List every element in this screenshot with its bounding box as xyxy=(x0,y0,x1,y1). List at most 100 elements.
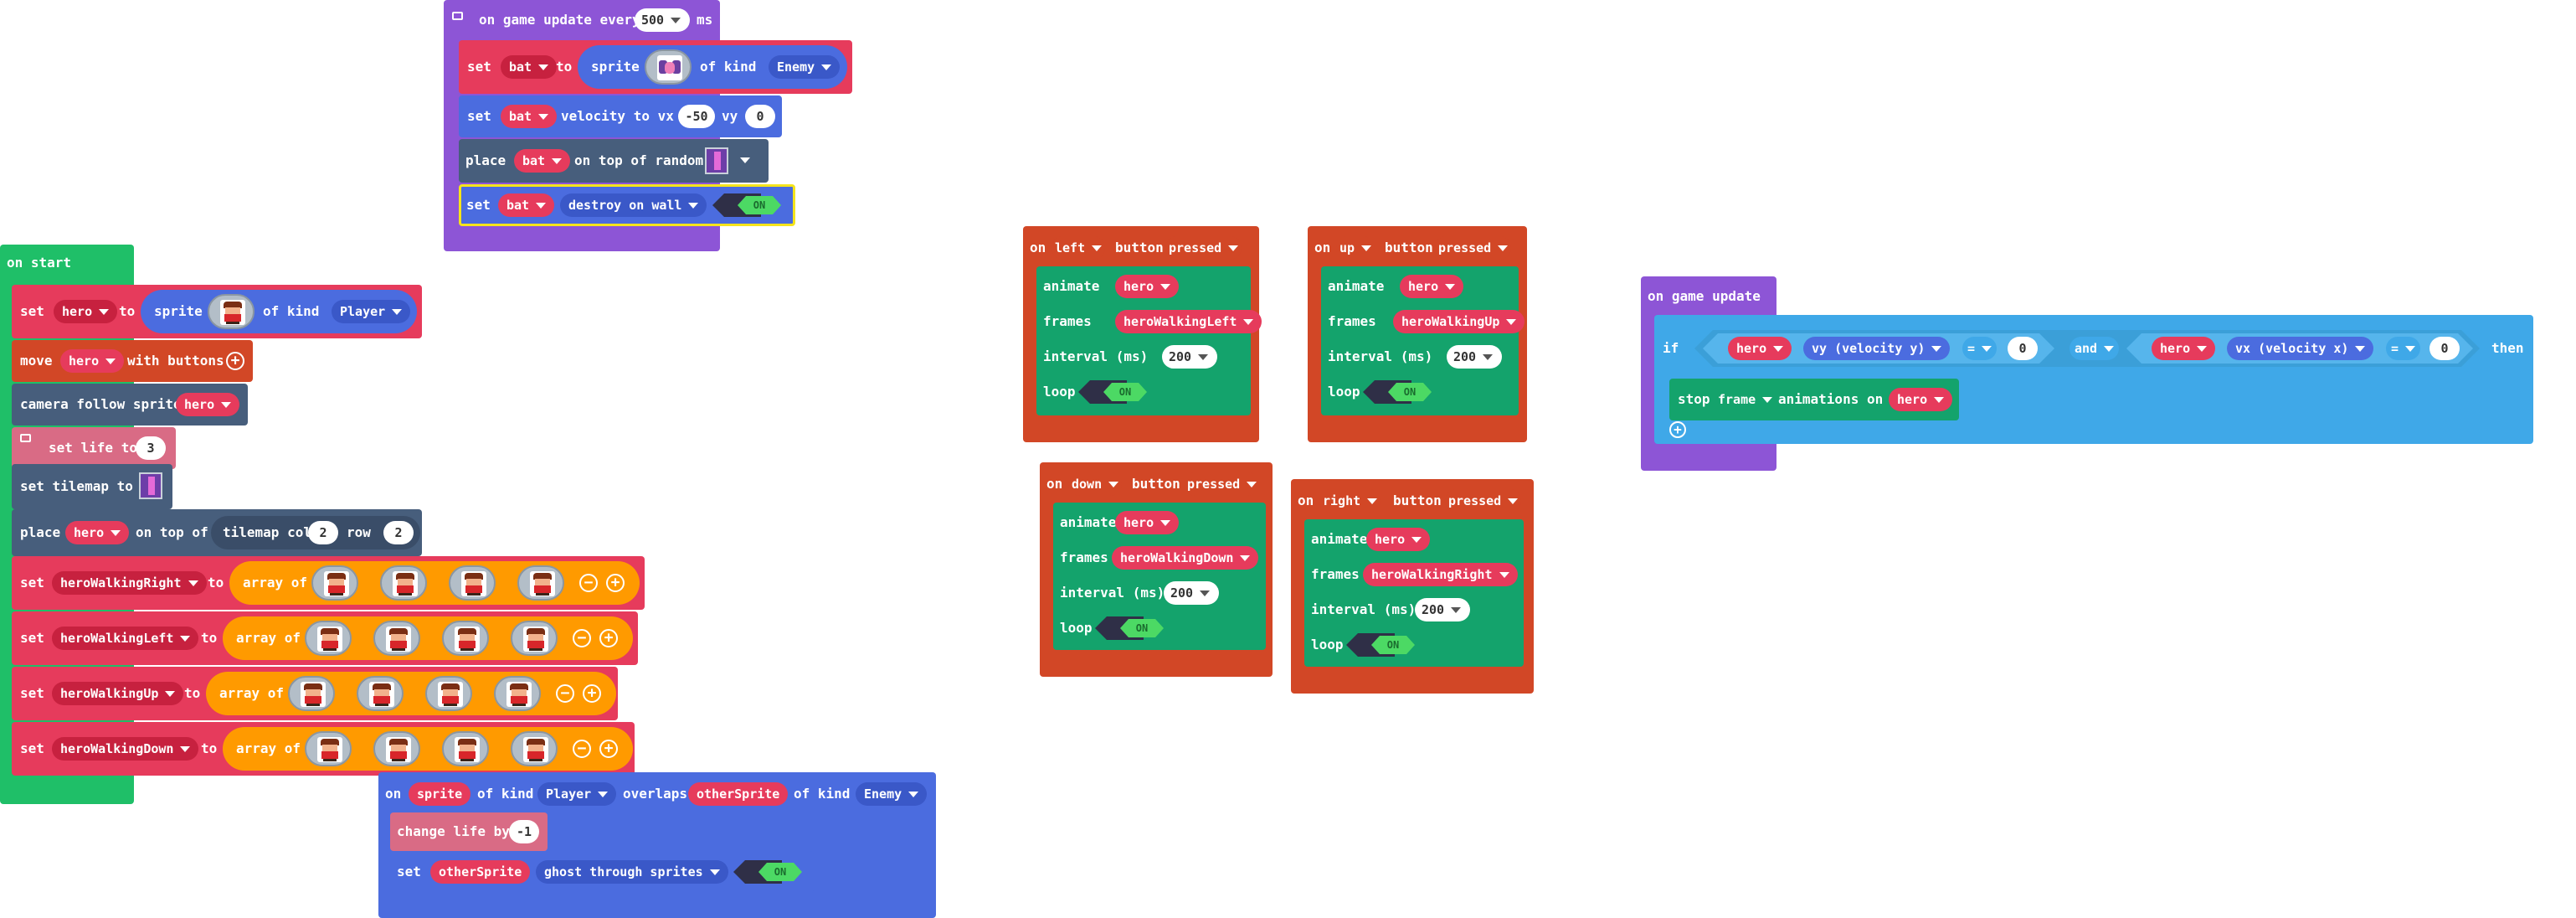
hero-variable-dropdown[interactable]: hero xyxy=(176,393,240,416)
frames-dropdown[interactable]: heroWalkingRight xyxy=(1363,563,1518,586)
bat-variable-dropdown[interactable]: bat xyxy=(501,105,558,128)
flag-dropdown[interactable]: ghost through sprites xyxy=(536,860,728,884)
add-plus-icon[interactable]: + xyxy=(606,574,625,592)
animate-block[interactable]: animate hero frames heroWalkingUp interv… xyxy=(1321,266,1525,415)
frames-dropdown[interactable]: heroWalkingDown xyxy=(1112,546,1259,570)
event-dropdown[interactable]: pressed xyxy=(1184,472,1261,496)
bat-variable-dropdown[interactable]: bat xyxy=(501,55,558,79)
kind-dropdown[interactable]: Enemy xyxy=(769,55,841,79)
loop-toggle[interactable]: ON xyxy=(1078,380,1149,404)
hero-variable-dropdown[interactable]: hero xyxy=(1366,528,1431,551)
remove-minus-icon[interactable]: − xyxy=(579,574,598,592)
animate-block[interactable]: animate hero frames heroWalkingDown inte… xyxy=(1053,503,1266,650)
tilemap-col-row-block[interactable]: tilemap col 2 row 2 xyxy=(211,516,420,549)
add-plus-icon[interactable]: + xyxy=(599,629,618,647)
frames-dropdown[interactable]: heroWalkingUp xyxy=(1393,310,1525,333)
frame-dropdown[interactable]: frame xyxy=(1715,388,1776,411)
set-bat-velocity-block[interactable]: set bat velocity to vx -50 vy 0 xyxy=(459,95,782,137)
event-dropdown[interactable]: pressed xyxy=(1435,236,1512,260)
remove-minus-icon[interactable]: − xyxy=(573,740,591,758)
set-hero-sprite-block[interactable]: set hero to sprite of kind Player xyxy=(12,285,422,338)
button-dropdown[interactable]: right xyxy=(1319,489,1381,513)
set-ghost-block[interactable]: set otherSprite ghost through sprites ON xyxy=(390,851,814,893)
array-of-block[interactable]: array of − + xyxy=(206,672,616,715)
array-of-block[interactable]: array of − + xyxy=(223,727,633,771)
array-of-block[interactable]: array of − + xyxy=(229,561,640,605)
animate-block[interactable]: animate hero frames heroWalkingLeft inte… xyxy=(1036,266,1262,415)
camera-follow-block[interactable]: camera follow sprite hero xyxy=(12,384,248,425)
array-of-block[interactable]: array of − + xyxy=(223,616,633,660)
frame-image-picker[interactable] xyxy=(494,676,541,711)
kind-dropdown[interactable]: Player xyxy=(537,782,617,806)
frame-image-picker[interactable] xyxy=(449,565,496,601)
tile-picker-icon[interactable] xyxy=(705,147,728,174)
heroWalkingLeft-dropdown[interactable]: heroWalkingLeft xyxy=(52,627,199,650)
and-condition[interactable]: hero vy (velocity y) = 0 and hero vx (ve… xyxy=(1694,330,2480,367)
heroWalkingUp-dropdown[interactable]: heroWalkingUp xyxy=(52,682,184,705)
sprite-kind-block[interactable]: sprite of kind Enemy xyxy=(578,45,847,89)
set-walking-up-block[interactable]: set heroWalkingUp to array of − + xyxy=(12,667,618,720)
row-input[interactable]: 2 xyxy=(383,521,414,544)
operator-dropdown[interactable]: = xyxy=(1962,337,1997,360)
frame-image-picker[interactable] xyxy=(442,731,489,766)
destroy-on-wall-toggle[interactable]: ON xyxy=(712,193,783,217)
set-bat-destroy-on-wall-block[interactable]: set bat destroy on wall ON xyxy=(459,184,795,226)
button-dropdown[interactable]: up xyxy=(1336,236,1375,260)
comment-icon[interactable] xyxy=(20,434,31,442)
vx-compare[interactable]: hero vx (velocity x) = 0 xyxy=(2126,333,2473,364)
frame-image-picker[interactable] xyxy=(311,565,358,601)
loop-toggle[interactable]: ON xyxy=(1095,616,1165,640)
vx-property-dropdown[interactable]: vx (velocity x) xyxy=(2227,337,2373,360)
frame-image-picker[interactable] xyxy=(442,621,489,656)
vy-value-input[interactable]: 0 xyxy=(2008,337,2038,360)
on-left-pressed-block[interactable]: on left button pressed animate hero fram… xyxy=(1023,226,1262,442)
flag-dropdown[interactable]: destroy on wall xyxy=(560,193,707,217)
frame-image-picker[interactable] xyxy=(373,621,420,656)
heroWalkingRight-dropdown[interactable]: heroWalkingRight xyxy=(52,571,207,595)
loop-toggle[interactable]: ON xyxy=(1346,633,1417,657)
button-dropdown[interactable]: down xyxy=(1068,472,1123,496)
frame-image-picker[interactable] xyxy=(380,565,427,601)
hero-variable-dropdown[interactable]: hero xyxy=(1889,388,1953,411)
frame-image-picker[interactable] xyxy=(425,676,472,711)
frame-image-picker[interactable] xyxy=(305,621,352,656)
bat-variable-dropdown[interactable]: bat xyxy=(514,149,571,173)
vx-value-input[interactable]: 0 xyxy=(2429,337,2460,360)
event-dropdown[interactable]: pressed xyxy=(1445,489,1522,513)
set-bat-sprite-block[interactable]: set bat to sprite of kind Enemy xyxy=(459,40,852,94)
frame-image-picker[interactable] xyxy=(517,565,564,601)
change-life-block[interactable]: change life by -1 xyxy=(390,812,548,851)
hero-variable-dropdown[interactable]: hero xyxy=(1728,337,1792,360)
expand-plus-icon[interactable]: + xyxy=(226,352,244,370)
on-up-pressed-block[interactable]: on up button pressed animate hero frames… xyxy=(1308,226,1527,442)
othersprite-variable[interactable]: otherSprite xyxy=(430,860,531,884)
loop-toggle[interactable]: ON xyxy=(1363,380,1433,404)
set-tilemap-block[interactable]: set tilemap to xyxy=(12,464,172,509)
vx-input[interactable]: -50 xyxy=(678,105,715,128)
if-then-block[interactable]: if hero vy (velocity y) = 0 and hero vx … xyxy=(1654,315,2533,444)
sprite-kind-block[interactable]: sprite of kind Player xyxy=(141,290,417,333)
set-walking-right-block[interactable]: set heroWalkingRight to array of − + xyxy=(12,556,645,610)
set-walking-down-block[interactable]: set heroWalkingDown to array of − + xyxy=(12,722,635,776)
hero-variable-dropdown[interactable]: hero xyxy=(60,349,125,373)
hero-image-picker[interactable] xyxy=(208,294,255,329)
place-bat-block[interactable]: place bat on top of random xyxy=(459,139,769,183)
remove-minus-icon[interactable]: − xyxy=(573,629,591,647)
set-life-block[interactable]: set life to 3 xyxy=(12,427,176,469)
hero-variable-dropdown[interactable]: hero xyxy=(2152,337,2215,360)
life-input[interactable]: 3 xyxy=(136,436,166,460)
button-dropdown[interactable]: left xyxy=(1051,236,1106,260)
othersprite-variable[interactable]: otherSprite xyxy=(688,782,789,806)
set-walking-left-block[interactable]: set heroWalkingLeft to array of − + xyxy=(12,611,638,665)
chevron-down-icon[interactable] xyxy=(740,157,750,163)
interval-dropdown[interactable]: 500 xyxy=(635,8,690,32)
stop-animation-block[interactable]: stop frame animations on hero xyxy=(1669,379,1959,420)
life-delta-input[interactable]: -1 xyxy=(509,820,539,843)
hero-variable-dropdown[interactable]: hero xyxy=(65,521,130,544)
add-plus-icon[interactable]: + xyxy=(599,740,618,758)
on-right-pressed-block[interactable]: on right button pressed animate hero fra… xyxy=(1291,479,1534,694)
on-down-pressed-block[interactable]: on down button pressed animate hero fram… xyxy=(1040,462,1273,677)
frame-image-picker[interactable] xyxy=(288,676,335,711)
frame-image-picker[interactable] xyxy=(357,676,404,711)
interval-dropdown[interactable]: 200 xyxy=(1415,598,1470,621)
